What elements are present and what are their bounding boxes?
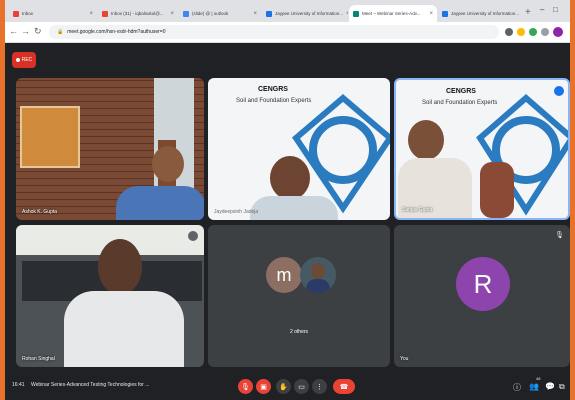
profile-avatar[interactable] (553, 27, 563, 37)
more-options-icon[interactable] (188, 231, 198, 241)
outlook-icon (183, 10, 189, 17)
video-tile-you[interactable]: R 🎙 You (394, 225, 570, 367)
star-icon[interactable] (517, 28, 525, 36)
close-icon[interactable]: × (426, 11, 433, 17)
logo-subtitle: Soil and Foundation Experts (236, 98, 312, 104)
university-icon (442, 10, 448, 17)
tab-bar: Inbox × Inbox (31) - iqbalsukul@... × (s… (5, 0, 570, 22)
person-head (270, 156, 310, 200)
extension-icon[interactable] (529, 28, 537, 36)
camera-off-icon: ▣ (260, 383, 267, 391)
more-vert-icon: ⋮ (316, 383, 323, 391)
forward-icon[interactable]: → (21, 26, 30, 36)
meeting-time: 16:41 (12, 382, 25, 388)
tab-meet[interactable]: Meet – Webinar Series-Adv... × (349, 5, 437, 22)
logo-title: CENGRS (446, 88, 476, 95)
mic-off-icon: 🎙 (555, 232, 564, 239)
present-button[interactable]: ▭ (294, 379, 309, 394)
avatar-photo (300, 257, 336, 293)
person-body (116, 186, 204, 220)
minimize-icon[interactable]: – (540, 5, 544, 14)
raise-hand-button[interactable]: ✋ (276, 379, 291, 394)
video-tile-sanjay[interactable]: CENGRS Soil and Foundation Experts Sanja… (394, 78, 570, 220)
more-options-button[interactable]: ⋮ (312, 379, 327, 394)
reload-icon[interactable]: ↻ (34, 26, 42, 37)
gmail-icon (13, 10, 19, 17)
lock-icon: 🔒 (57, 29, 64, 35)
close-icon[interactable]: × (343, 11, 348, 17)
recording-badge: REC (12, 52, 36, 68)
camera-toggle-button[interactable]: ▣ (256, 379, 271, 394)
person-head (98, 239, 142, 295)
others-label: 2 others (289, 329, 309, 335)
participant-name: Jaydeepsinh Jadeja (214, 209, 259, 215)
video-tile-others[interactable]: m 2 others (208, 225, 390, 367)
avatar: m (266, 257, 302, 293)
participant-name: Ashok K. Gupta (22, 209, 58, 215)
person-body (250, 196, 338, 220)
tab-inbox[interactable]: Inbox × (9, 5, 97, 22)
mic-toggle-button[interactable]: 🎙 (238, 379, 253, 394)
address-bar: ← → ↻ 🔒 meet.google.com/hsn-vsdr-hdm?aut… (5, 22, 570, 43)
chat-icon[interactable]: 💬 (545, 382, 555, 391)
tab-inbox-31[interactable]: Inbox (31) - iqbalsukul@... × (98, 5, 178, 22)
person-body (64, 291, 184, 367)
close-icon[interactable]: × (250, 11, 257, 17)
mic-off-icon: 🎙 (241, 383, 250, 391)
logo-subtitle: Soil and Foundation Experts (422, 100, 498, 106)
leave-call-button[interactable]: ☎ (333, 379, 355, 394)
info-icon[interactable]: ⓘ (513, 382, 521, 393)
logo-title: CENGRS (258, 86, 288, 93)
meeting-controls-bar: 16:41 Webinar Series-Advanced Testing Te… (5, 373, 570, 400)
puzzle-icon[interactable] (541, 28, 549, 36)
gmail-icon (102, 10, 108, 17)
participants-icon[interactable]: 👥 (529, 382, 539, 391)
person-head (152, 146, 184, 182)
camera-icon[interactable] (505, 28, 513, 36)
record-dot-icon (15, 58, 20, 62)
close-icon[interactable]: × (167, 11, 174, 17)
present-icon: ▭ (298, 383, 305, 391)
video-tile-cengrs[interactable]: CENGRS Soil and Foundation Experts Jayde… (208, 78, 390, 220)
hand-icon: ✋ (279, 383, 288, 391)
close-icon[interactable]: × (519, 11, 522, 17)
tab-outlook[interactable]: (slide) @ | outlook × (179, 5, 261, 22)
url-field[interactable]: 🔒 meet.google.com/hsn-vsdr-hdm?authuser=… (49, 25, 499, 39)
tab-jaypee-1[interactable]: Jaypee University of Information... × (262, 5, 348, 22)
tab-jaypee-2[interactable]: Jaypee University of Information... × (438, 5, 522, 22)
video-tile-rohan[interactable]: Rohan Singhal (16, 225, 204, 367)
phone-hangup-icon: ☎ (339, 383, 349, 391)
university-icon (266, 10, 272, 17)
meeting-title: Webinar Series-Advanced Testing Technolo… (31, 382, 150, 388)
chair (480, 162, 514, 218)
maximize-icon[interactable]: □ (553, 5, 558, 14)
close-icon[interactable]: × (86, 11, 93, 17)
avatar: R (456, 257, 510, 311)
speaking-indicator-icon (554, 86, 564, 96)
back-icon[interactable]: ← (9, 26, 18, 36)
new-tab-button[interactable]: + (525, 7, 531, 18)
participant-name: Sanjay Gupta (402, 207, 433, 213)
person-head (408, 120, 444, 160)
participant-name: You (400, 356, 409, 362)
participants-count: 48 (536, 376, 541, 381)
whiteboard (20, 106, 80, 168)
participant-name: Rohan Singhal (22, 356, 55, 362)
video-tile-ashok[interactable]: Ashok K. Gupta (16, 78, 204, 220)
browser-window: Inbox × Inbox (31) - iqbalsukul@... × (s… (5, 0, 570, 400)
activities-icon[interactable]: ⧉ (559, 382, 565, 392)
meet-icon (353, 10, 359, 17)
